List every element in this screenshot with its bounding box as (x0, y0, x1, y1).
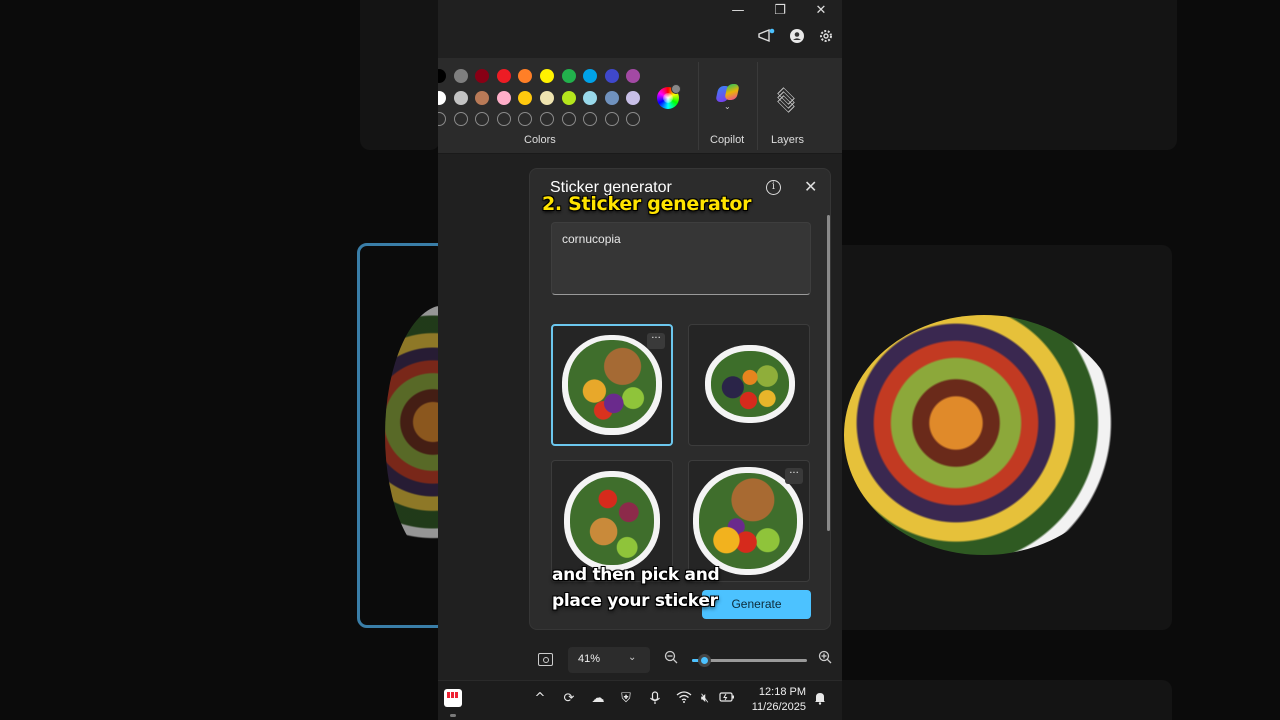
volume-muted-icon[interactable]: 🔇︎ (696, 691, 714, 706)
sticker-cornucopia-art (568, 340, 656, 428)
cloud-icon[interactable]: ☁ (589, 691, 607, 706)
fit-to-window-icon[interactable] (538, 653, 553, 666)
custom-color-slot[interactable] (604, 112, 619, 126)
color-swatch[interactable] (540, 69, 554, 83)
security-icon[interactable]: ⛨ (617, 691, 635, 706)
custom-color-slot[interactable] (475, 112, 490, 126)
info-icon[interactable]: i (766, 180, 781, 195)
layers-icon[interactable] (776, 86, 796, 113)
ribbon-divider (757, 62, 758, 150)
zoom-level-select[interactable]: 41% ⌄ (568, 647, 650, 673)
microphone-icon[interactable] (646, 691, 664, 709)
zoom-slider-thumb[interactable] (697, 654, 711, 667)
prompt-text: cornucopia (562, 232, 621, 246)
zoom-level-value: 41% (578, 653, 601, 665)
copilot-chevron-down-icon[interactable]: ⌄ (724, 102, 731, 111)
custom-color-slot[interactable] (583, 112, 598, 126)
custom-color-slot[interactable] (561, 112, 576, 126)
sticker-horn-art (570, 477, 654, 565)
color-swatch[interactable] (453, 90, 468, 105)
subtitle-line-1: and then pick and (552, 565, 720, 585)
zoom-out-icon[interactable] (664, 650, 678, 668)
megaphone-icon[interactable] (756, 28, 776, 48)
taskbar: ^ ⟳ ☁ ⛨ 🔇︎ 12:18 PM 11/26/2025 (438, 680, 842, 720)
battery-icon[interactable] (718, 691, 736, 707)
color-swatch[interactable] (475, 90, 490, 105)
color-swatch[interactable] (438, 69, 446, 83)
restore-button[interactable]: ❐ (768, 2, 792, 20)
custom-color-slot[interactable] (496, 112, 511, 126)
background-card (360, 0, 438, 150)
clock-time[interactable]: 12:18 PM (759, 686, 806, 698)
color-swatch[interactable] (453, 69, 468, 83)
zoom-slider[interactable] (692, 654, 807, 667)
close-window-button[interactable]: ✕ (809, 2, 833, 20)
ribbon-divider (698, 62, 699, 150)
more-options-icon[interactable]: ··· (785, 468, 803, 484)
color-swatch[interactable] (561, 69, 576, 83)
close-panel-icon[interactable]: ✕ (804, 177, 817, 196)
clock-date[interactable]: 11/26/2025 (752, 701, 806, 713)
zoom-in-icon[interactable] (818, 650, 832, 668)
color-swatch[interactable] (583, 69, 598, 83)
sticker-basket-art (699, 473, 797, 569)
sync-icon[interactable]: ⟳ (560, 691, 578, 706)
panel-scrollbar[interactable] (827, 215, 830, 531)
color-swatch[interactable] (438, 90, 446, 105)
chevron-down-icon: ⌄ (628, 652, 637, 663)
sticker-prompt-input[interactable]: cornucopia (551, 222, 811, 295)
minimize-button[interactable]: — (726, 2, 750, 20)
custom-color-slot[interactable] (453, 112, 468, 126)
background-right-blur (842, 0, 1280, 720)
current-color-indicator (671, 84, 681, 94)
account-icon[interactable] (787, 28, 807, 48)
subtitle-line-2: place your sticker (552, 591, 718, 611)
color-swatch[interactable] (561, 90, 576, 105)
color-swatch[interactable] (518, 90, 533, 105)
copilot-icon[interactable] (715, 84, 740, 104)
settings-gear-icon[interactable] (816, 28, 836, 48)
chevron-up-icon[interactable]: ^ (531, 691, 549, 706)
background-left-blur (0, 0, 438, 720)
custom-color-slot[interactable] (438, 112, 446, 126)
color-swatch[interactable] (475, 69, 490, 83)
more-options-icon[interactable]: ··· (647, 333, 665, 349)
paint-app-icon[interactable] (444, 689, 462, 707)
color-swatch[interactable] (626, 69, 641, 83)
step-caption: 2. Sticker generator (542, 193, 752, 215)
color-swatch[interactable] (604, 90, 619, 105)
ribbon-toolbar: Colors ⌄ Copilot Layers (438, 58, 842, 154)
custom-color-slot[interactable] (540, 112, 554, 126)
custom-color-slot[interactable] (626, 112, 641, 126)
sticker-result-1[interactable]: ··· (551, 324, 673, 446)
background-card (842, 0, 1177, 150)
sticker-generator-panel: Sticker generator i ✕ cornucopia ··· ···… (529, 168, 831, 630)
color-swatch[interactable] (540, 90, 554, 105)
color-swatch[interactable] (518, 69, 533, 83)
sticker-fruit-art (711, 351, 789, 417)
subtitle-caption: and then pick and place your sticker (552, 562, 752, 614)
color-swatch[interactable] (626, 90, 641, 105)
notification-bell-icon[interactable] (811, 691, 829, 709)
title-bar: — ❐ ✕ (438, 0, 842, 58)
background-card (842, 680, 1172, 720)
color-swatch[interactable] (496, 90, 511, 105)
layers-label[interactable]: Layers (771, 134, 804, 146)
zoom-bar: 41% ⌄ (438, 645, 842, 675)
custom-color-slot[interactable] (518, 112, 533, 126)
color-swatch[interactable] (583, 90, 598, 105)
wifi-icon[interactable] (675, 691, 693, 707)
color-swatch[interactable] (604, 69, 619, 83)
active-app-indicator (450, 714, 456, 717)
color-swatch[interactable] (496, 69, 511, 83)
sticker-result-2[interactable] (688, 324, 810, 446)
copilot-label[interactable]: Copilot (710, 134, 744, 146)
background-sticker-art (844, 315, 1124, 555)
colors-label: Colors (524, 134, 556, 146)
